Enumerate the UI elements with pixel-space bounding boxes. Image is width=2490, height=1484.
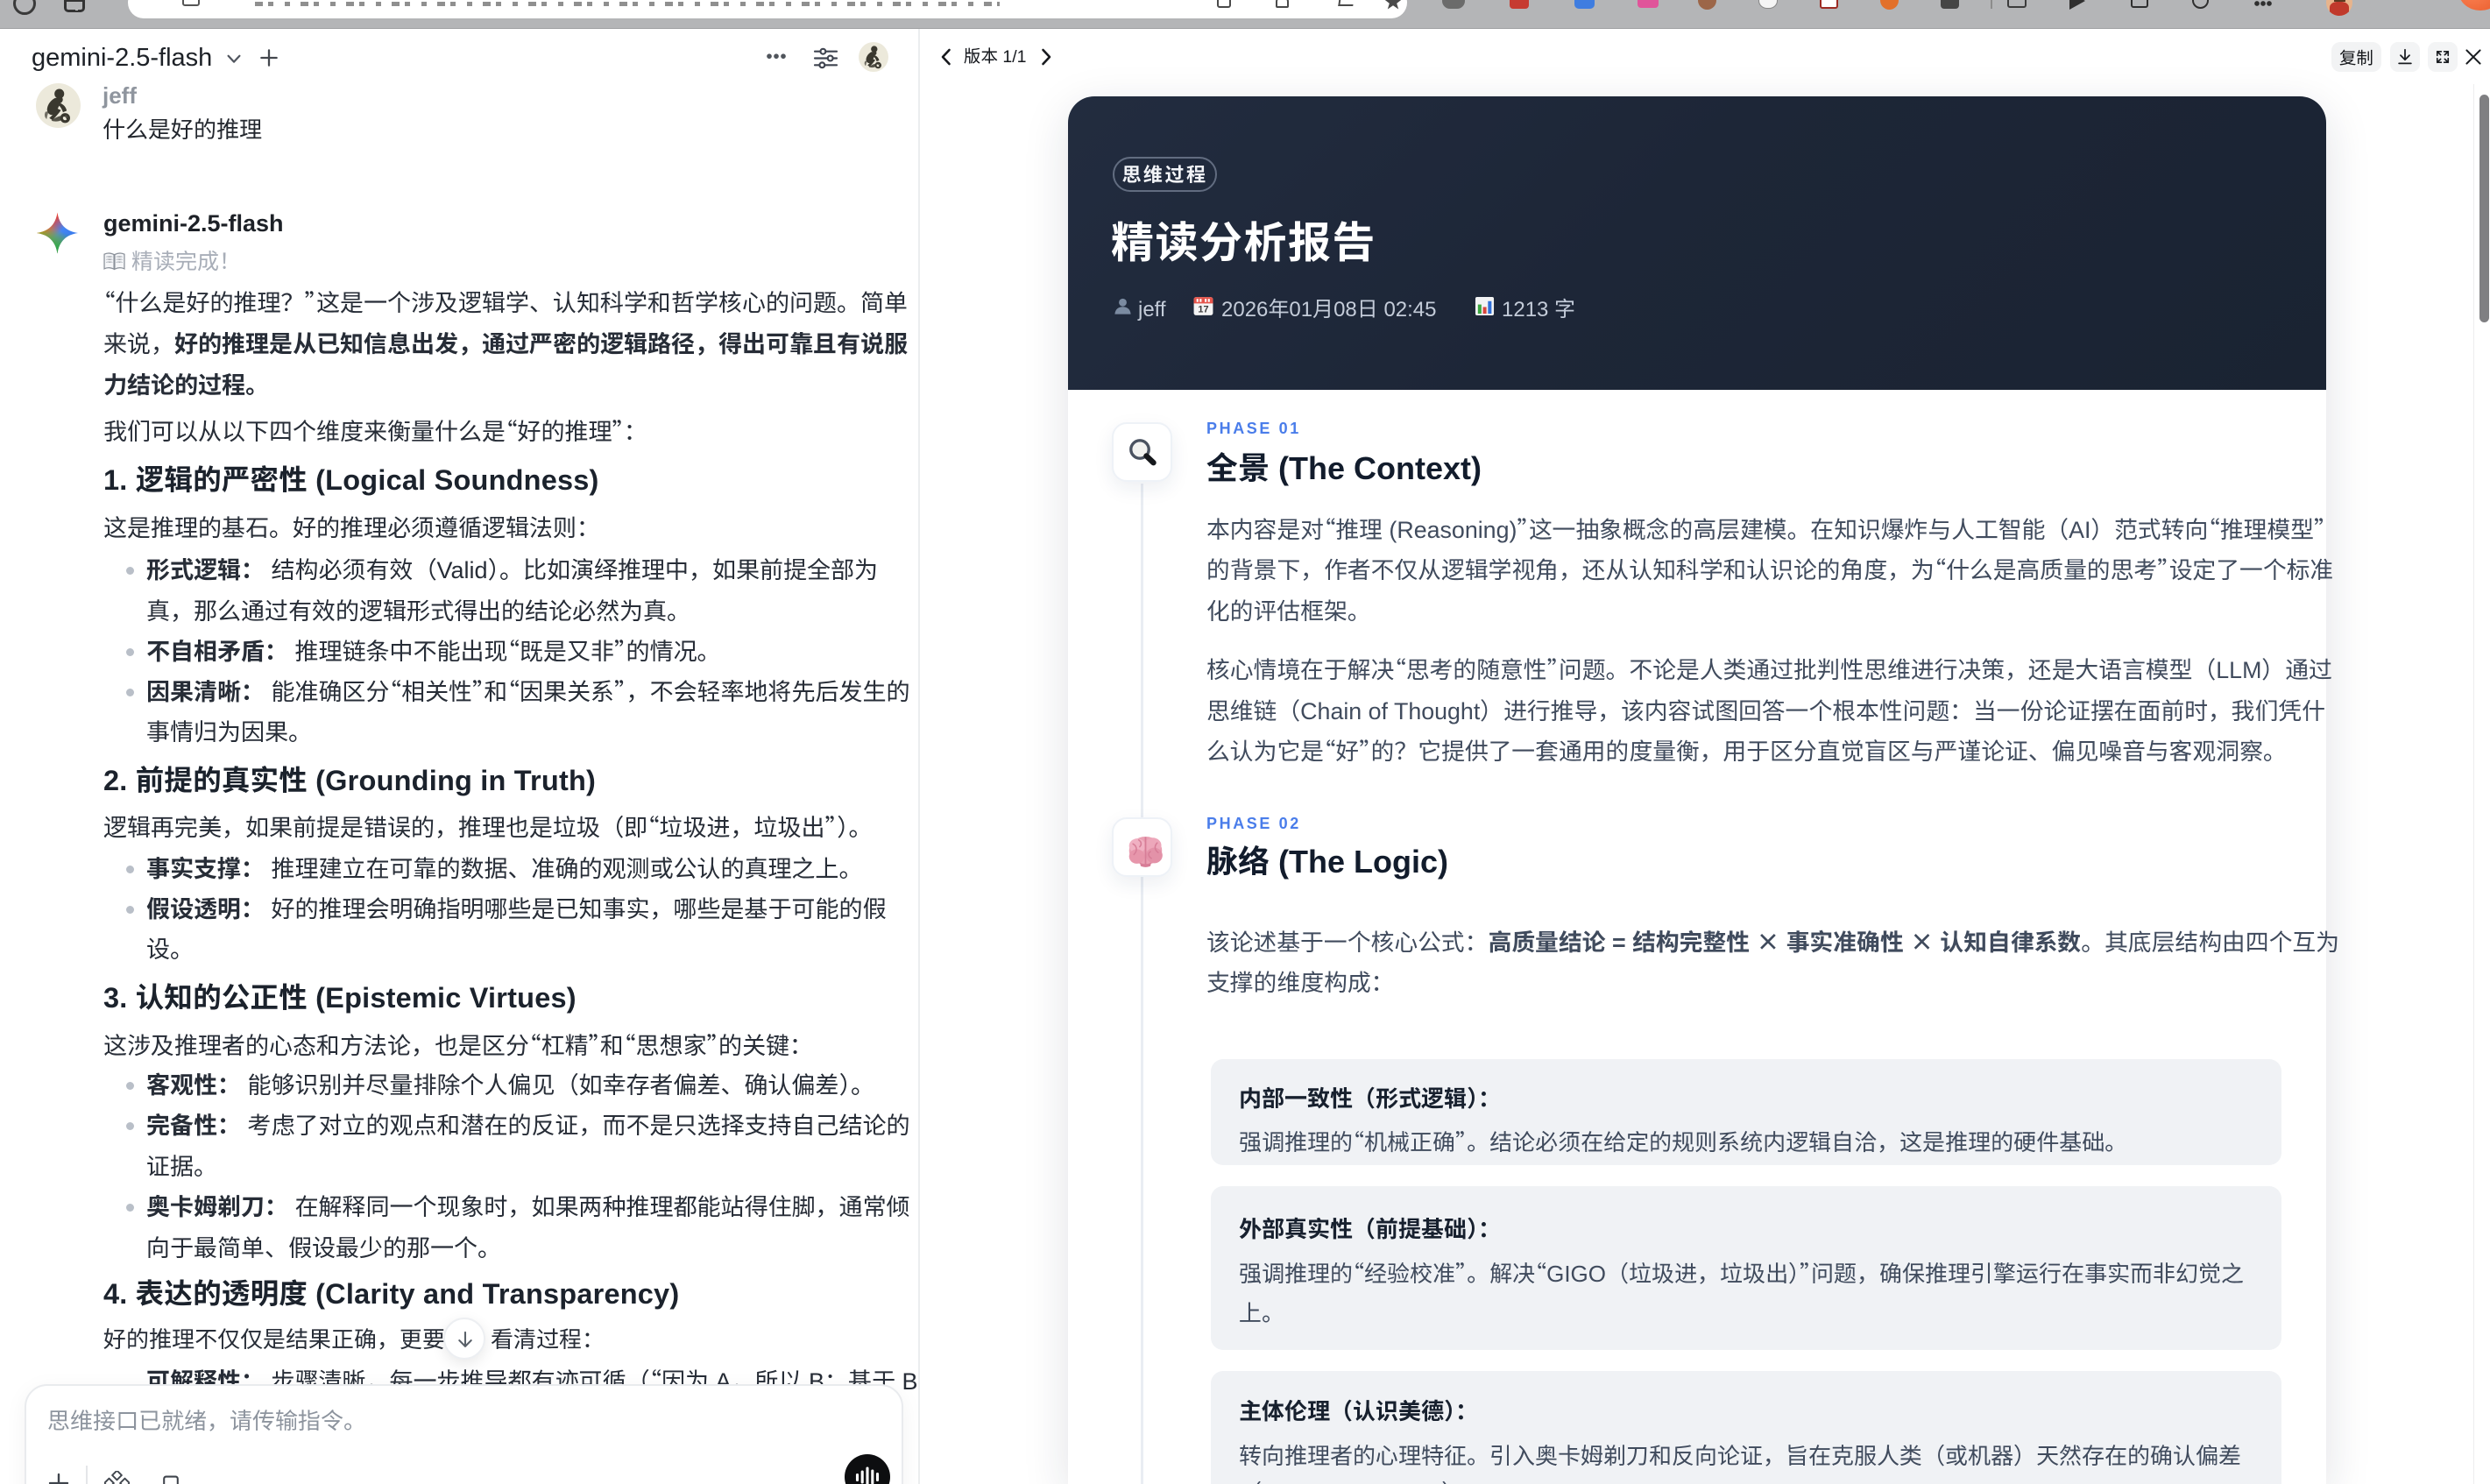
svg-text:17: 17 — [1198, 304, 1208, 314]
